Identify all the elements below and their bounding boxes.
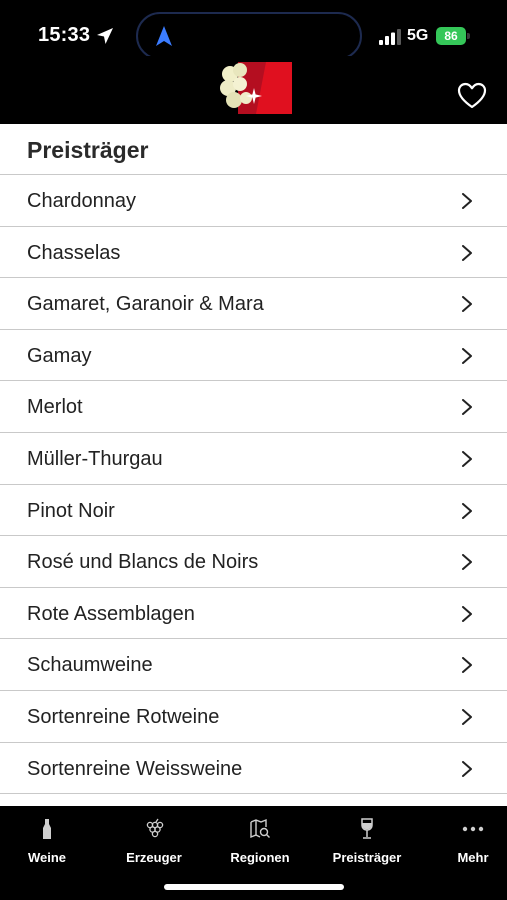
list-item-label: Sortenreine Rotweine [27, 705, 220, 728]
grapes-icon [146, 818, 164, 838]
battery-level: 86 [436, 27, 466, 45]
network-type: 5G [407, 27, 429, 44]
bottle-icon [43, 819, 51, 839]
list-item-label: Chasselas [27, 241, 121, 264]
list-item-label: Sortenreine Weissweine [27, 757, 243, 780]
navigation-icon [156, 26, 172, 46]
home-indicator [164, 884, 344, 890]
status-time: 15:33 [38, 24, 91, 46]
tab-label: Mehr [457, 850, 489, 865]
chevron-right-icon [462, 296, 472, 313]
chevron-right-icon [462, 760, 472, 777]
tab-preistraeger[interactable]: Preisträger [317, 818, 417, 868]
list-item[interactable]: Sortenreine Rotweine [0, 691, 507, 743]
more-dots-icon [462, 826, 484, 832]
list-item[interactable]: Müller-Thurgau [0, 433, 507, 485]
location-arrow-icon [97, 28, 113, 44]
list-item[interactable]: Schaumweine [0, 639, 507, 691]
wine-glass-icon [361, 818, 373, 839]
tab-label: Preisträger [332, 850, 402, 865]
chevron-right-icon [462, 193, 472, 209]
chevron-right-icon [462, 605, 472, 622]
chevron-right-icon [462, 708, 472, 725]
tab-erzeuger[interactable]: Erzeuger [104, 818, 204, 868]
tab-label: Erzeuger [126, 850, 182, 865]
list-item[interactable]: Sortenreine Weissweine [0, 743, 507, 795]
list-item[interactable]: Pinot Noir [0, 485, 507, 537]
dynamic-island[interactable] [136, 12, 362, 60]
list-item-label: Chardonnay [27, 190, 136, 212]
tab-label: Regionen [230, 850, 290, 865]
chevron-right-icon [462, 347, 472, 364]
list-item-label: Pinot Noir [27, 499, 115, 522]
chevron-right-icon [462, 244, 472, 261]
list-item[interactable]: Rote Assemblagen [0, 588, 507, 640]
awards-list: Preisträger Chardonnay Chasselas Gamaret, … [0, 124, 507, 806]
list-item[interactable]: Merlot [0, 381, 507, 433]
chevron-right-icon [462, 657, 472, 674]
list-item-label: Rote Assemblagen [27, 602, 195, 625]
tab-regionen[interactable]: Regionen [210, 818, 310, 868]
list-item[interactable]: Gamaret, Garanoir & Mara [0, 278, 507, 330]
chevron-right-icon [462, 502, 472, 519]
list-item-label: Gamay [27, 344, 92, 367]
tab-mehr[interactable]: Mehr [423, 818, 507, 868]
list-item[interactable]: Rosé und Blancs de Noirs [0, 536, 507, 588]
list-item-label: Gamaret, Garanoir & Mara [27, 293, 264, 316]
tab-bar: Weine Erzeuger Regionen Preisträger Mehr [0, 806, 507, 900]
list-item[interactable]: Chasselas [0, 227, 507, 279]
tab-label: Weine [27, 850, 67, 865]
list-item[interactable]: Chardonnay [0, 175, 507, 227]
list-item-label: Müller-Thurgau [27, 447, 163, 470]
status-bar: 15:33 5G 86 [0, 0, 507, 60]
list-item-label: Schaumweine [27, 654, 153, 677]
chevron-right-icon [462, 450, 472, 467]
app-logo [220, 62, 292, 114]
list-items: Chardonnay Chasselas Gamaret, Garanoir & M… [0, 175, 507, 795]
list-item-label: Rosé und Blancs de Noirs [27, 551, 259, 574]
list-item[interactable]: Gamay [0, 330, 507, 382]
battery-icon: 86 [436, 27, 470, 45]
heart-outline-icon[interactable] [456, 80, 488, 112]
nav-header [0, 56, 507, 124]
chevron-right-icon [462, 399, 472, 416]
map-search-icon [250, 818, 270, 839]
page-title: Preisträger [0, 124, 507, 175]
list-item-label: Merlot [27, 396, 83, 419]
chevron-right-icon [462, 554, 472, 571]
tab-weine[interactable]: Weine [0, 818, 97, 868]
cellular-signal-icon [379, 29, 401, 45]
